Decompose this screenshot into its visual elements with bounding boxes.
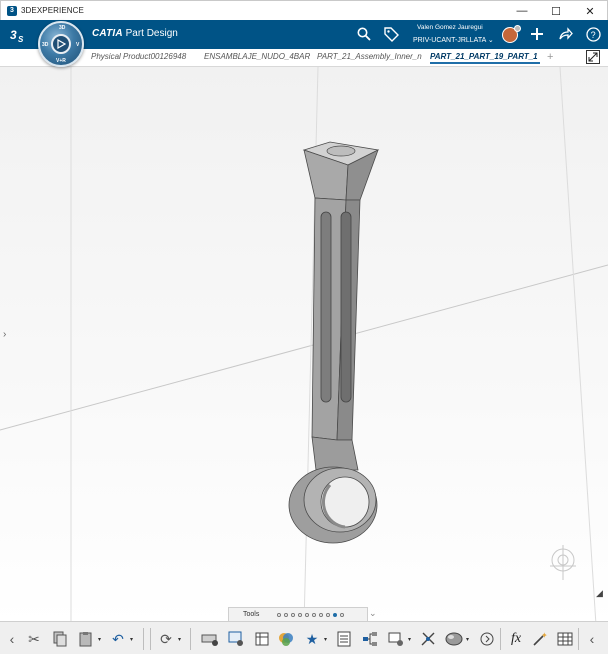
- tabs-bar: Physical Product00126948 ENSAMBLAJE_NUDO…: [0, 49, 608, 67]
- prev-icon[interactable]: ‹: [2, 629, 22, 649]
- part-geometry[interactable]: [0, 67, 608, 625]
- tag-icon[interactable]: [382, 25, 400, 43]
- close-button[interactable]: ✕: [573, 1, 607, 21]
- app-icon: 3: [7, 5, 17, 16]
- properties-dropdown-icon[interactable]: ▾: [408, 636, 411, 643]
- favorites-dropdown-icon[interactable]: ▾: [324, 636, 327, 643]
- page-dot[interactable]: [291, 612, 296, 617]
- app-brand: CATIA Part Design: [92, 28, 178, 39]
- fullscreen-icon[interactable]: [586, 50, 600, 64]
- svg-text:S: S: [18, 35, 24, 44]
- scissors-icon[interactable]: ✂: [24, 629, 44, 649]
- compass-tool-icon[interactable]: [418, 629, 438, 649]
- plus-icon[interactable]: [528, 25, 546, 43]
- page-dot[interactable]: [284, 612, 289, 617]
- favorites-icon[interactable]: ★: [302, 629, 322, 649]
- 3d-viewport[interactable]: › ◢: [0, 67, 608, 625]
- svg-text:3: 3: [10, 28, 17, 42]
- table-icon[interactable]: [252, 629, 272, 649]
- paste-icon[interactable]: [76, 629, 96, 649]
- grid-icon[interactable]: [555, 629, 575, 649]
- toolbar-scroll-icon[interactable]: ‹: [582, 629, 602, 649]
- page-dot[interactable]: [326, 612, 331, 617]
- compass-bottom-label: V+R: [56, 58, 66, 64]
- tree-icon[interactable]: [360, 629, 380, 649]
- share-icon[interactable]: [556, 25, 574, 43]
- tab-ensamblaje[interactable]: ENSAMBLAJE_NUDO_4BAR: [204, 52, 310, 61]
- toolbar-divider: [150, 628, 151, 650]
- toolbar-divider: [190, 628, 191, 650]
- help-icon[interactable]: ?: [584, 25, 602, 43]
- compass-top-label: 3D: [59, 25, 66, 31]
- toolbar-divider: [500, 628, 501, 650]
- window-title-bar: 3 3DEXPERIENCE — ☐ ✕: [0, 0, 608, 20]
- list-icon[interactable]: [334, 629, 354, 649]
- user-role-label: PRIV-UCANT-JRLLATA: [413, 37, 486, 44]
- svg-text:?: ?: [590, 30, 595, 40]
- page-dot[interactable]: [305, 612, 310, 617]
- app-brand-catia: CATIA: [92, 28, 123, 39]
- tab-part-21-assembly[interactable]: PART_21_Assembly_Inner_n: [317, 52, 425, 61]
- more-icon[interactable]: [477, 629, 497, 649]
- ds-logo-icon[interactable]: 3 S: [8, 24, 30, 46]
- update-icon[interactable]: ⟳: [156, 629, 176, 649]
- side-collapse-icon[interactable]: ◢: [596, 588, 603, 599]
- page-dot[interactable]: [312, 612, 317, 617]
- material-icon[interactable]: [276, 629, 296, 649]
- minimize-button[interactable]: —: [505, 1, 539, 21]
- action-bar: ‹ ✂ ▾ ↶ ▾ ⟳ ▾ ★ ▾ ▾ ▾ fx ✦ ‹: [0, 621, 608, 654]
- toolbar-divider: [578, 628, 579, 650]
- compass-left-label: 3D: [42, 42, 49, 48]
- tools-section-tab[interactable]: Tools: [228, 607, 368, 621]
- capture-icon[interactable]: [226, 629, 246, 649]
- compass-right-label: V: [76, 42, 80, 48]
- update-dropdown-icon[interactable]: ▾: [178, 636, 181, 643]
- tools-collapse-chevron-icon[interactable]: ⌄: [369, 608, 377, 619]
- window-title: 3DEXPERIENCE: [21, 6, 84, 15]
- undo-icon[interactable]: ↶: [108, 629, 128, 649]
- tools-label: Tools: [243, 611, 260, 618]
- render-icon[interactable]: [444, 629, 464, 649]
- paste-dropdown-icon[interactable]: ▾: [98, 636, 101, 643]
- status-badge: [514, 25, 521, 32]
- play-icon[interactable]: [51, 34, 71, 54]
- svg-text:✦: ✦: [541, 631, 548, 640]
- page-dot[interactable]: [340, 612, 345, 617]
- page-dot[interactable]: [319, 612, 324, 617]
- search-icon[interactable]: [355, 25, 373, 43]
- undo-dropdown-icon[interactable]: ▾: [130, 636, 133, 643]
- page-dot[interactable]: [298, 612, 303, 617]
- compass-widget[interactable]: 3D 3D V V+R: [38, 21, 84, 67]
- page-dot-active[interactable]: [333, 612, 338, 617]
- orientation-gizmo-icon[interactable]: [550, 545, 576, 580]
- page-dot[interactable]: [277, 612, 282, 617]
- properties-icon[interactable]: [386, 629, 406, 649]
- render-dropdown-icon[interactable]: ▾: [466, 636, 469, 643]
- chevron-down-icon: ⌄: [487, 37, 494, 44]
- tab-physical-product[interactable]: Physical Product00126948: [91, 52, 199, 61]
- expand-tree-arrow-icon[interactable]: ›: [3, 329, 6, 340]
- toolbar-divider: [143, 628, 144, 650]
- add-tab-button[interactable]: +: [547, 51, 553, 63]
- tab-part-21-part-19[interactable]: PART_21_PART_19_PART_1: [430, 52, 540, 64]
- magic-icon[interactable]: ✦: [530, 629, 550, 649]
- formula-icon[interactable]: fx: [506, 629, 526, 649]
- maximize-button[interactable]: ☐: [539, 1, 573, 21]
- app-name: Part Design: [125, 28, 178, 39]
- measure-icon[interactable]: [200, 629, 220, 649]
- copy-icon[interactable]: [50, 629, 70, 649]
- user-name: Valen Gomez Jauregui: [417, 24, 483, 31]
- user-role[interactable]: PRIV-UCANT-JRLLATA ⌄: [413, 36, 494, 44]
